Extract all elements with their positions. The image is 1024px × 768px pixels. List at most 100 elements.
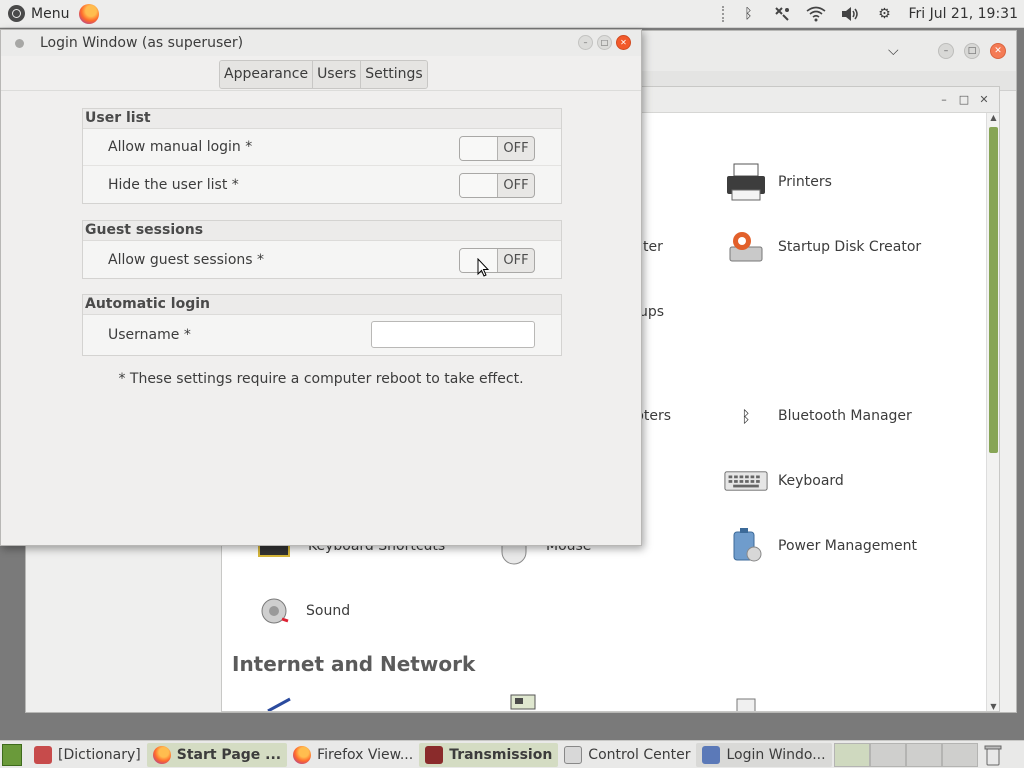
taskbar-item-label: Control Center [588, 746, 691, 763]
minimize-icon[interactable]: – [938, 43, 954, 59]
clock[interactable]: Fri Jul 21, 19:31 [908, 6, 1018, 22]
group-user-list: User list Allow manual login * OFF Hide … [82, 108, 562, 204]
group-title: Automatic login [83, 295, 561, 315]
control-center-item-label: Keyboard [778, 473, 844, 489]
network-tools-icon [734, 697, 760, 711]
settings-icon[interactable]: ⚙ [874, 5, 894, 23]
workspace-4[interactable] [941, 742, 978, 767]
scrollbar-thumb[interactable] [989, 127, 998, 453]
reboot-note: * These settings require a computer rebo… [118, 371, 524, 387]
setting-row-hide-user-list: Hide the user list * OFF [83, 166, 561, 203]
switch-knob [460, 137, 498, 160]
sound-icon [252, 591, 296, 631]
printer-icon [724, 162, 768, 202]
taskbar-item-firefox-view[interactable]: Firefox View... [287, 743, 419, 767]
scroll-down-icon[interactable]: ▼ [987, 702, 999, 711]
ubuntu-logo-icon [8, 5, 25, 22]
switch-state: OFF [503, 141, 529, 156]
window-controls: – □ ✕ [578, 35, 631, 50]
menu-button[interactable]: Menu [0, 0, 69, 28]
workspace-1[interactable] [833, 742, 870, 767]
chevron-down-icon[interactable]: ⌵ [888, 43, 899, 59]
control-center-item-label-partial: ups [639, 304, 665, 320]
control-center-item-label-partial: ter [643, 239, 663, 255]
taskbar-item-start-page[interactable]: Start Page ... [146, 742, 288, 767]
bluetooth-icon[interactable]: ᛒ [738, 5, 758, 23]
switch-state: OFF [503, 178, 529, 193]
tray-separator [722, 6, 725, 22]
close-icon[interactable]: ✕ [990, 43, 1006, 59]
tab-appearance[interactable]: Appearance [220, 61, 314, 88]
network-icon[interactable] [772, 5, 792, 23]
group-title: Guest sessions [83, 221, 561, 241]
username-input[interactable] [371, 321, 535, 348]
workspace-2[interactable] [869, 742, 906, 767]
maximize-icon[interactable]: □ [957, 93, 971, 106]
firefox-icon [293, 745, 312, 764]
control-center-item-keyboard[interactable]: Keyboard [724, 461, 844, 501]
taskbar-item-label: Login Windo... [726, 746, 826, 763]
firefox-icon [152, 745, 171, 764]
taskbar-item-login-window[interactable]: Login Windo... [696, 742, 832, 767]
firewall-icon [264, 695, 294, 711]
tab-divider [1, 90, 641, 91]
setting-row-allow-guest-sessions: Allow guest sessions * OFF [83, 241, 561, 278]
close-icon[interactable]: ✕ [616, 35, 631, 50]
control-center-item-label: Power Management [778, 538, 918, 554]
volume-icon[interactable] [840, 5, 860, 23]
setting-label: Username * [108, 327, 191, 343]
taskbar-item-label: Start Page ... [176, 746, 282, 763]
group-automatic-login: Automatic login Username * [82, 294, 562, 356]
scroll-up-icon[interactable]: ▲ [987, 113, 999, 122]
control-center-item-label: Sound [306, 603, 351, 619]
taskbar-item-dictionary[interactable]: [Dictionary] [28, 743, 147, 767]
firefox-launcher-icon[interactable] [79, 3, 100, 24]
window-menu-icon[interactable] [15, 38, 24, 48]
power-management-icon [724, 526, 768, 566]
control-center-item-startup-disk-creator[interactable]: Startup Disk Creator [724, 227, 921, 267]
close-icon[interactable]: ✕ [977, 93, 991, 106]
login-window-titlebar[interactable]: Login Window (as superuser) – □ ✕ [1, 30, 641, 56]
setting-row-allow-manual-login: Allow manual login * OFF [83, 129, 561, 166]
control-center-item-label: Startup Disk Creator [778, 239, 922, 255]
taskbar-item-transmission[interactable]: Transmission [419, 742, 559, 767]
mouse-cursor-icon [477, 258, 489, 277]
taskbar-item-label: [Dictionary] [58, 746, 141, 763]
minimize-icon[interactable]: – [578, 35, 593, 50]
setting-label: Allow guest sessions * [108, 251, 264, 268]
trash-icon[interactable] [984, 744, 1002, 766]
taskbar: [Dictionary] Start Page ... Firefox View… [0, 740, 1024, 768]
workspace-3[interactable] [905, 742, 942, 767]
dictionary-icon [34, 745, 52, 764]
menu-label: Menu [31, 5, 70, 22]
tab-settings[interactable]: Settings [361, 61, 427, 88]
bluetooth-icon: ᛒ [741, 406, 751, 426]
setting-label: Hide the user list * [108, 176, 239, 193]
taskbar-item-control-center[interactable]: Control Center [558, 743, 696, 767]
section-heading-internet-and-network: Internet and Network [232, 652, 476, 676]
control-center-item-sound[interactable]: Sound [252, 591, 350, 631]
allow-guest-sessions-switch[interactable]: OFF [459, 248, 535, 273]
control-center-item-power-management[interactable]: Power Management [724, 526, 917, 566]
wifi-icon[interactable] [806, 5, 826, 23]
maximize-icon[interactable]: □ [597, 35, 612, 50]
scrollbar[interactable]: ▲ ▼ [986, 113, 999, 711]
minimize-icon[interactable]: – [937, 93, 951, 106]
login-window-icon [702, 745, 721, 764]
window-title: Login Window (as superuser) [40, 35, 244, 51]
allow-manual-login-switch[interactable]: OFF [459, 136, 535, 161]
taskbar-item-label: Firefox View... [317, 746, 414, 763]
system-tray: ᛒ ⚙ Fri Jul 21, 19:31 [722, 0, 1024, 28]
control-center-icon [564, 745, 583, 764]
hide-user-list-switch[interactable]: OFF [459, 173, 535, 198]
control-center-item-printers[interactable]: Printers [724, 162, 832, 202]
tab-bar: Appearance Users Settings [219, 60, 428, 89]
taskbar-item-label: Transmission [449, 746, 553, 763]
control-center-item-label: Printers [778, 174, 832, 190]
tab-users[interactable]: Users [313, 61, 362, 88]
control-center-item-bluetooth-manager[interactable]: ᛒ Bluetooth Manager [724, 396, 912, 436]
maximize-icon[interactable]: □ [964, 43, 980, 59]
transmission-icon [425, 745, 444, 764]
setting-row-username: Username * [83, 315, 561, 355]
show-desktop-icon[interactable] [2, 743, 22, 766]
